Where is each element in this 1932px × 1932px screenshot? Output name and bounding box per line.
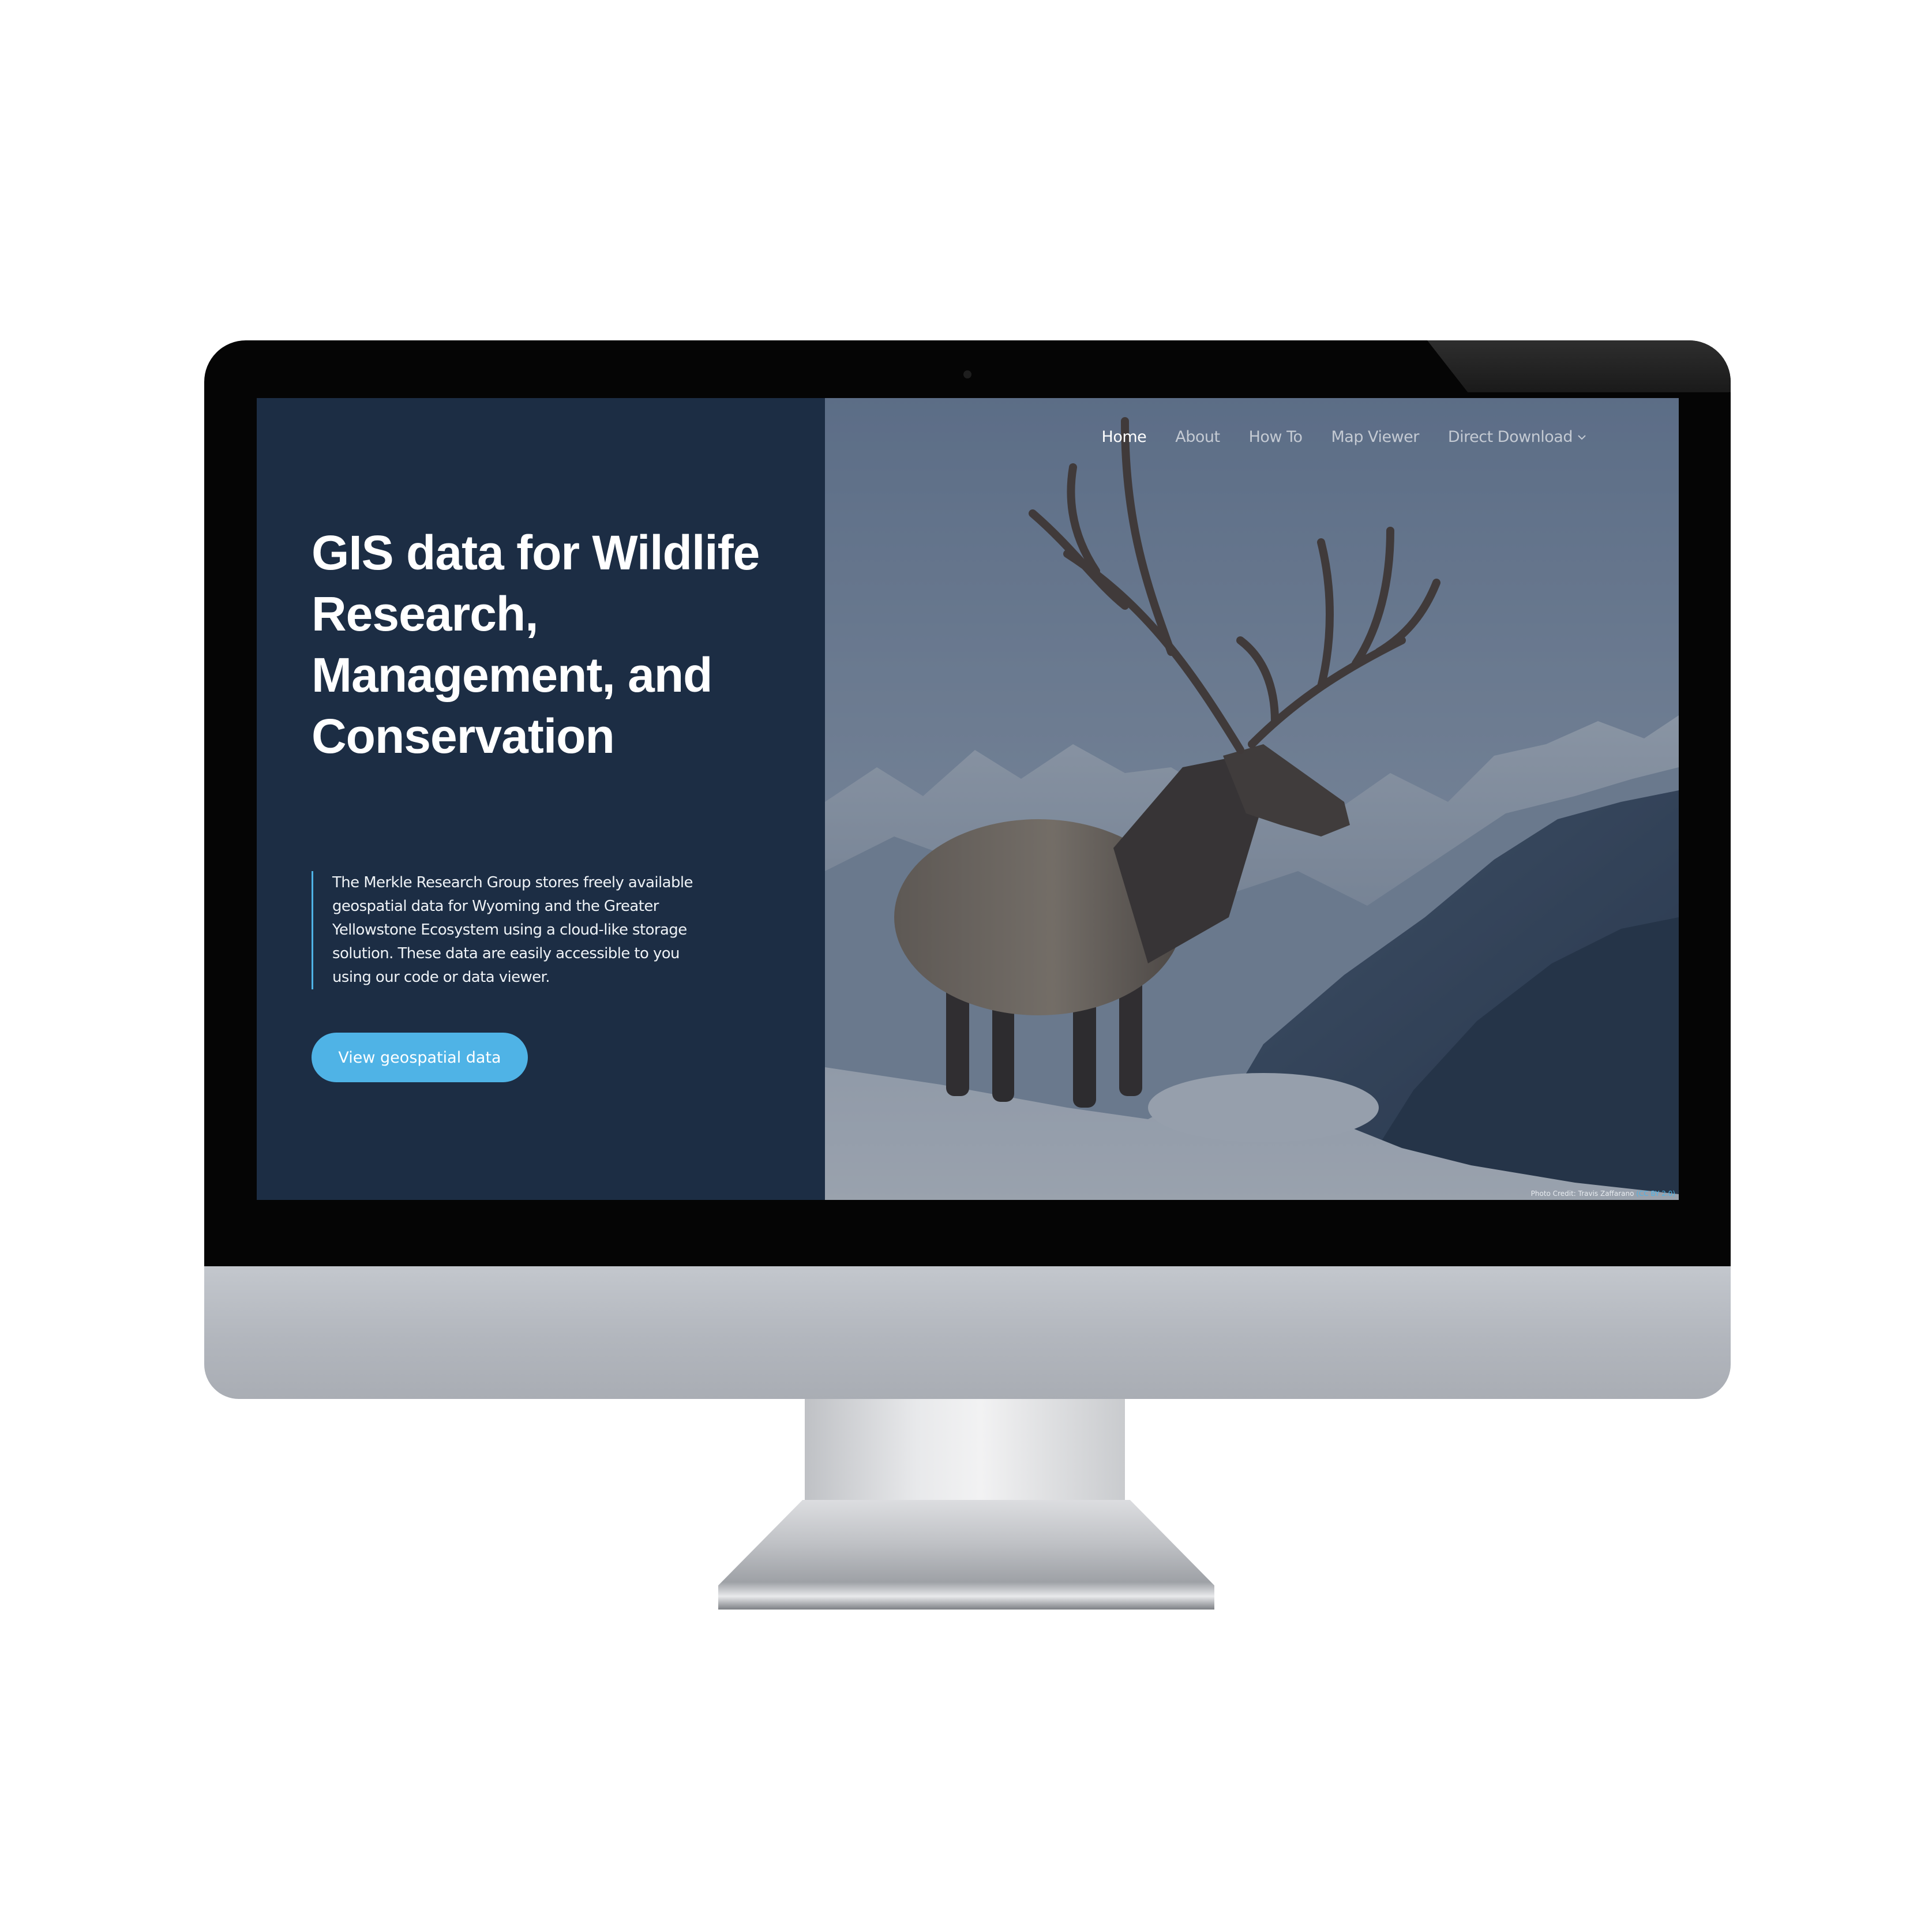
monitor-mockup: GIS data for Wildlife Research, Manageme… bbox=[0, 0, 1932, 1932]
license-link[interactable]: (CC BY 2.0) bbox=[1636, 1190, 1675, 1198]
monitor-stand-foot bbox=[718, 1500, 1214, 1610]
photo-credit-text: Photo Credit: Travis Zaffarano bbox=[1530, 1190, 1634, 1198]
hero-photo: Home About How To Map Viewer Direct Down… bbox=[825, 398, 1679, 1200]
photo-overlay bbox=[825, 398, 1679, 1200]
nav-how-to[interactable]: How To bbox=[1249, 428, 1303, 446]
hero-panel: GIS data for Wildlife Research, Manageme… bbox=[257, 398, 825, 1200]
main-nav: Home About How To Map Viewer Direct Down… bbox=[1102, 428, 1586, 446]
nav-direct-download[interactable]: Direct Download bbox=[1448, 428, 1586, 446]
nav-map-viewer[interactable]: Map Viewer bbox=[1331, 428, 1420, 446]
hero-title: GIS data for Wildlife Research, Manageme… bbox=[312, 526, 760, 763]
webcam bbox=[963, 370, 971, 378]
website-screen: GIS data for Wildlife Research, Manageme… bbox=[257, 398, 1679, 1200]
hero-description: The Merkle Research Group stores freely … bbox=[312, 871, 713, 989]
bezel-glare bbox=[1427, 340, 1731, 392]
monitor-stand-neck bbox=[805, 1399, 1125, 1514]
photo-credit: Photo Credit: Travis Zaffarano (CC BY 2.… bbox=[1531, 1190, 1675, 1198]
nav-about[interactable]: About bbox=[1175, 428, 1220, 446]
chevron-down-icon bbox=[1578, 434, 1586, 440]
monitor-chin bbox=[204, 1266, 1731, 1399]
view-geospatial-data-button[interactable]: View geospatial data bbox=[312, 1033, 528, 1082]
nav-home[interactable]: Home bbox=[1102, 428, 1147, 446]
nav-direct-download-label: Direct Download bbox=[1447, 428, 1573, 446]
